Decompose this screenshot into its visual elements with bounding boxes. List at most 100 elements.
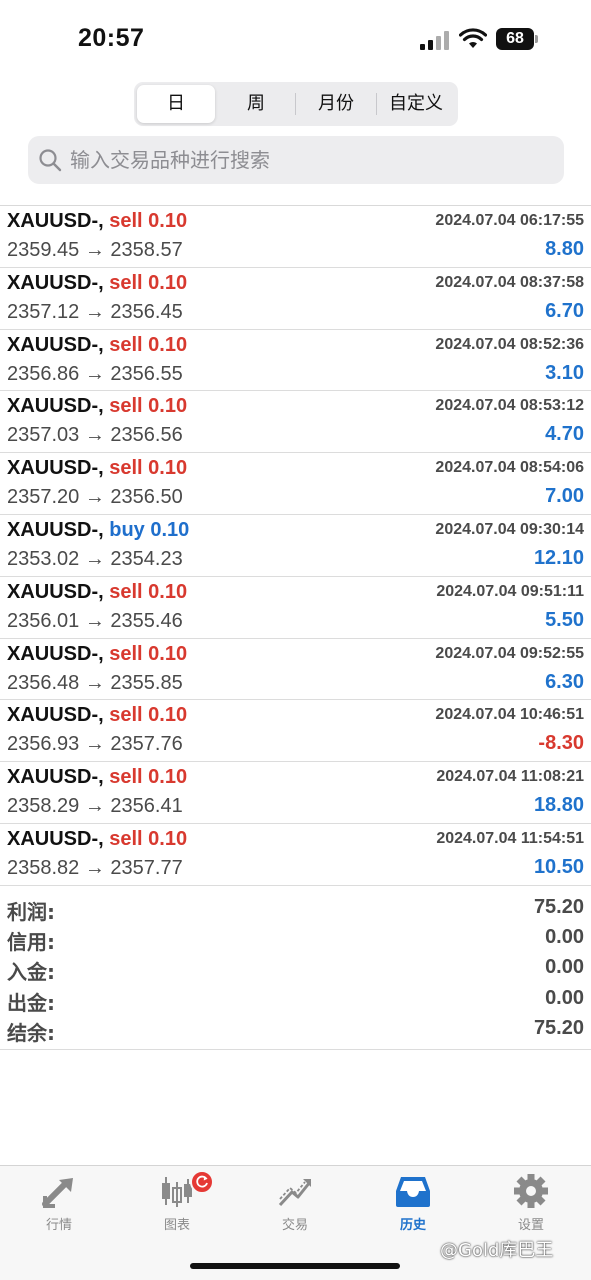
trade-time: 2024.07.04 08:53:12 (435, 397, 584, 415)
wifi-icon (459, 28, 487, 48)
trade-time: 2024.07.04 09:52:55 (435, 644, 584, 662)
trade-prices: 2356.86 → 2356.55 (7, 362, 183, 385)
trade-prices: 2356.01 → 2355.46 (7, 609, 183, 632)
trade-side-volume: sell 0.10 (109, 395, 188, 418)
tab-settings[interactable]: 设置 (481, 1174, 581, 1238)
trade-prices: 2358.82 → 2357.77 (7, 856, 183, 879)
tab-custom[interactable]: 自定义 (377, 85, 455, 123)
trade-prices: 2356.48 → 2355.85 (7, 671, 183, 694)
trade-row[interactable]: XAUUSD-, sell 0.10 2024.07.04 06:17:55 2… (0, 206, 591, 268)
trade-row[interactable]: XAUUSD-, sell 0.10 2024.07.04 09:51:11 2… (0, 577, 591, 639)
trade-symbol: XAUUSD-, (7, 704, 104, 727)
trade-profit: 8.80 (545, 238, 584, 260)
trade-profit: 7.00 (545, 485, 584, 508)
trade-row[interactable]: XAUUSD-, sell 0.10 2024.07.04 08:54:06 2… (0, 453, 591, 515)
account-summary: 利润: 75.20 信用: 0.00 入金: 0.00 出金: 0.00 结余: 75.20 (0, 894, 591, 1050)
trade-profit: 5.50 (545, 608, 584, 631)
summary-row: 出金: 0.00 (0, 985, 591, 1015)
trade-symbol: XAUUSD-, (7, 457, 104, 480)
trade-prices: 2358.29 → 2356.41 (7, 795, 183, 818)
trade-time: 2024.07.04 11:54:51 (436, 829, 584, 847)
trade-symbol: XAUUSD-, (7, 642, 104, 665)
trade-side-volume: sell 0.10 (109, 457, 188, 480)
trade-prices: 2357.03 → 2356.56 (7, 424, 183, 447)
trade-symbol: XAUUSD-, (7, 333, 104, 356)
tab-settings-label: 设置 (517, 1218, 544, 1233)
tab-week[interactable]: 周 (217, 85, 295, 123)
trade-profit: 3.10 (545, 361, 584, 384)
tab-trade[interactable]: 交易 (245, 1174, 345, 1238)
trade-row[interactable]: XAUUSD-, sell 0.10 2024.07.04 08:37:58 2… (0, 268, 591, 330)
trade-row[interactable]: XAUUSD-, sell 0.10 2024.07.04 11:08:21 2… (0, 762, 591, 824)
status-bar: 20:57 68 (0, 0, 591, 70)
summary-label: 入金: (7, 960, 55, 985)
summary-label: 信用: (7, 930, 55, 955)
trade-side-volume: sell 0.10 (109, 271, 188, 294)
cellular-signal-icon (420, 30, 450, 50)
trade-time: 2024.07.04 08:54:06 (435, 459, 584, 477)
trade-side-volume: sell 0.10 (109, 704, 188, 727)
trade-time: 2024.07.04 10:46:51 (435, 706, 584, 724)
summary-row: 入金: 0.00 (0, 954, 591, 984)
trade-row[interactable]: XAUUSD-, sell 0.10 2024.07.04 08:53:12 2… (0, 391, 591, 454)
trade-side-volume: buy 0.10 (109, 518, 190, 541)
search-icon (39, 149, 62, 172)
summary-value: 0.00 (545, 986, 584, 1009)
trade-profit: -8.30 (538, 732, 584, 755)
tab-quotes[interactable]: 行情 (9, 1174, 109, 1238)
history-inbox-icon (396, 1177, 430, 1207)
trade-symbol: XAUUSD-, (7, 766, 104, 789)
trade-profit: 12.10 (533, 546, 584, 569)
trade-profit: 6.30 (545, 670, 584, 693)
summary-row: 信用: 0.00 (0, 924, 591, 954)
watermark-text: @Gold库巴王 (440, 1240, 554, 1261)
battery-icon: 68 (496, 28, 538, 50)
trade-side-volume: sell 0.10 (109, 642, 188, 665)
trade-profit: 18.80 (533, 794, 584, 817)
tab-charts[interactable]: 图表 (127, 1170, 227, 1238)
notification-badge (190, 1170, 214, 1194)
tab-day[interactable]: 日 (137, 85, 215, 123)
trade-side-volume: sell 0.10 (109, 333, 188, 356)
trade-symbol: XAUUSD-, (7, 395, 104, 418)
summary-row: 结余: 75.20 (0, 1015, 591, 1045)
quotes-arrows-icon (42, 1178, 73, 1208)
trade-prices: 2353.02 → 2354.23 (7, 547, 183, 570)
summary-value: 75.20 (533, 896, 584, 918)
trade-prices: 2359.45 → 2358.57 (7, 239, 183, 261)
trade-side-volume: sell 0.10 (109, 210, 188, 232)
summary-value: 0.00 (545, 926, 584, 949)
trade-row[interactable]: XAUUSD-, sell 0.10 2024.07.04 11:54:51 2… (0, 824, 591, 886)
trade-time: 2024.07.04 06:17:55 (435, 212, 584, 229)
trade-symbol: XAUUSD-, (7, 827, 104, 850)
tab-history[interactable]: 历史 (363, 1174, 463, 1238)
refresh-icon (196, 1175, 208, 1188)
trade-profit: 10.50 (533, 855, 584, 878)
trade-symbol: XAUUSD-, (7, 271, 104, 294)
trade-prices: 2357.20 → 2356.50 (7, 486, 183, 509)
gear-icon (514, 1174, 548, 1208)
summary-value: 0.00 (545, 956, 584, 979)
trade-symbol: XAUUSD-, (7, 210, 104, 232)
trade-time: 2024.07.04 09:51:11 (436, 582, 584, 600)
summary-value: 75.20 (533, 1016, 584, 1039)
trade-row[interactable]: XAUUSD-, sell 0.10 2024.07.04 09:52:55 2… (0, 639, 591, 701)
tab-history-label: 历史 (399, 1218, 426, 1233)
trade-side-volume: sell 0.10 (109, 827, 188, 850)
search-input[interactable]: 输入交易品种进行搜索 (70, 136, 550, 184)
trade-side-volume: sell 0.10 (109, 580, 188, 603)
trade-time: 2024.07.04 08:37:58 (435, 273, 584, 291)
trade-row[interactable]: XAUUSD-, sell 0.10 2024.07.04 10:46:51 2… (0, 700, 591, 763)
trade-time: 2024.07.04 11:08:21 (436, 768, 584, 786)
tab-month[interactable]: 月份 (297, 85, 375, 123)
battery-level: 68 (496, 28, 534, 50)
trade-symbol: XAUUSD-, (7, 580, 104, 603)
trade-row[interactable]: XAUUSD-, sell 0.10 2024.07.04 08:52:36 2… (0, 330, 591, 392)
trade-row[interactable]: XAUUSD-, buy 0.10 2024.07.04 09:30:14 23… (0, 515, 591, 577)
trade-time: 2024.07.04 08:52:36 (435, 335, 584, 353)
home-indicator (190, 1263, 400, 1269)
search-bar[interactable]: 输入交易品种进行搜索 (28, 136, 564, 184)
summary-row: 利润: 75.20 (0, 894, 591, 924)
tab-trade-label: 交易 (281, 1218, 308, 1233)
period-segmented-control: 日 周 月份 自定义 (134, 82, 458, 126)
